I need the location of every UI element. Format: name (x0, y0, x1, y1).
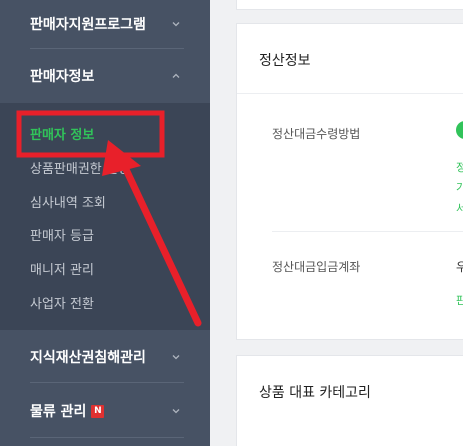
new-badge: N (91, 404, 105, 418)
sidebar-divider (30, 48, 184, 49)
chevron-down-icon (171, 406, 181, 416)
settlement-card: 정산정보 정산대금수령방법 정 기 서 정산대금입금계좌 우 판 (236, 23, 463, 340)
sidebar-section-seller-info[interactable]: 판매자정보 (0, 53, 210, 99)
chevron-up-icon (171, 71, 181, 81)
sidebar-divider (30, 437, 184, 438)
sidebar-item-seller-info[interactable]: 판매자 정보 (30, 124, 94, 143)
sidebar-section-label: 판매자지원프로그램 (30, 17, 146, 33)
settlement-method-line: 기 (456, 181, 463, 194)
sidebar-item-review-history[interactable]: 심사내역 조회 (30, 192, 106, 211)
settlement-account-label: 정산대금입금계좌 (272, 260, 361, 274)
sidebar-section-ip-infringement[interactable]: 지식재산권침해관리 (0, 333, 210, 381)
sidebar-item-sales-permission[interactable]: 상품판매권한 신청 (30, 158, 130, 177)
chevron-down-icon (171, 19, 181, 29)
sidebar-section-label: 지식재산권침해관리 (30, 350, 146, 366)
category-title: 상품 대표 카테고리 (259, 385, 371, 401)
sidebar-section-seller-support[interactable]: 판매자지원프로그램 (0, 0, 210, 48)
settlement-method-line: 서 (456, 202, 463, 215)
sidebar-divider (30, 382, 184, 383)
sidebar-item-business-switch[interactable]: 사업자 전환 (30, 293, 94, 312)
category-card: 상품 대표 카테고리 (236, 355, 463, 446)
settlement-account-link[interactable]: 판 (456, 292, 463, 308)
sidebar-item-seller-grade[interactable]: 판매자 등급 (30, 225, 94, 244)
sidebar: 판매자지원프로그램 판매자정보 판매자 정보 상품판매권한 신청 심사내역 조회… (0, 0, 210, 446)
settlement-title: 정산정보 (259, 53, 311, 69)
settlement-method-line: 정 (456, 161, 463, 174)
sidebar-section-logistics[interactable]: 물류 관리 N (0, 388, 210, 434)
sidebar-submenu: 판매자 정보 상품판매권한 신청 심사내역 조회 판매자 등급 매니저 관리 사… (0, 103, 210, 330)
row-divider (237, 93, 463, 94)
sidebar-section-label: 물류 관리 (30, 404, 87, 420)
sidebar-item-manager[interactable]: 매니저 관리 (30, 259, 94, 278)
settlement-method-label: 정산대금수령방법 (272, 127, 361, 141)
sidebar-section-label: 판매자정보 (30, 69, 95, 85)
row-divider (272, 231, 463, 232)
main-content: 정산정보 정산대금수령방법 정 기 서 정산대금입금계좌 우 판 상품 대표 카… (210, 0, 463, 446)
card-top (236, 0, 463, 10)
settlement-account-value: 우 (456, 260, 463, 274)
chevron-down-icon (171, 352, 181, 362)
